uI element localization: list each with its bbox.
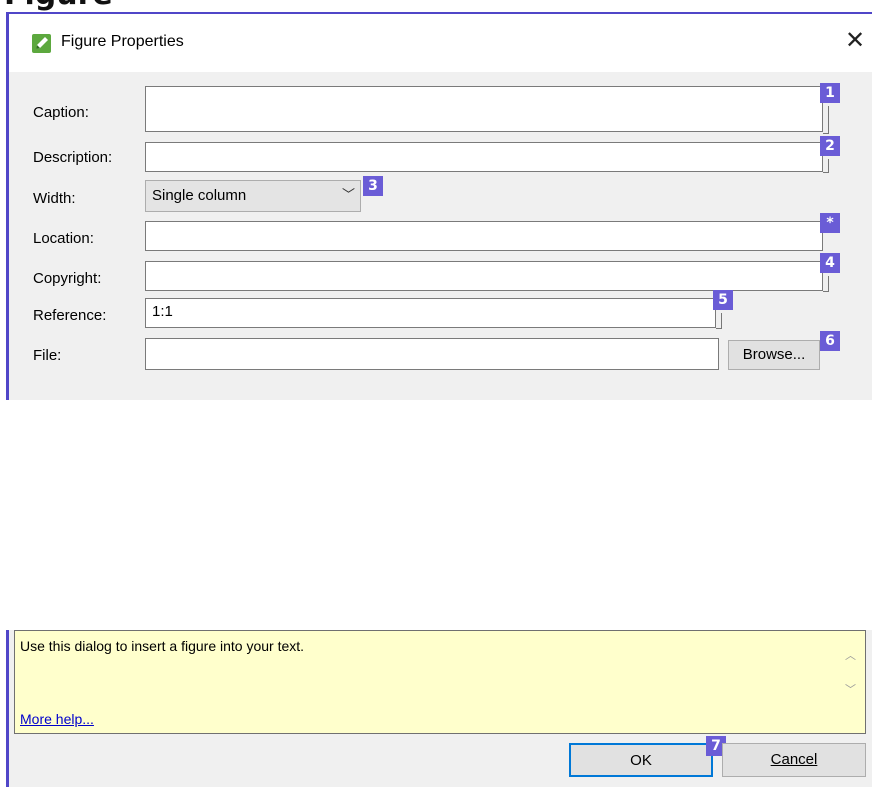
ok-button[interactable]: OK [569, 743, 713, 777]
pen-app-icon [32, 34, 51, 53]
scroll-up-icon[interactable]: ︿ [845, 647, 856, 663]
callout-badge-4: 4 [820, 253, 840, 273]
reference-callout-line [716, 313, 722, 329]
caption-callout-line [823, 106, 829, 134]
width-selected-value: Single column [152, 187, 247, 204]
help-panel: Use this dialog to insert a figure into … [14, 630, 866, 734]
location-label: Location: [33, 230, 94, 247]
callout-badge-1: 1 [820, 83, 840, 103]
scroll-down-icon[interactable]: ﹀ [845, 681, 856, 697]
width-label: Width: [33, 190, 76, 207]
cancel-button[interactable]: Cancel [722, 743, 866, 777]
close-icon[interactable]: ✕ [840, 25, 870, 55]
copyright-callout-line [823, 276, 829, 292]
content-area [6, 400, 872, 630]
callout-badge-6: 6 [820, 331, 840, 351]
description-field[interactable] [145, 142, 823, 172]
more-help-link[interactable]: More help... [20, 711, 94, 727]
help-text: Use this dialog to insert a figure into … [20, 638, 305, 654]
page-heading-text: Figure [4, 0, 113, 12]
dialog-title: Figure Properties [61, 33, 184, 50]
description-label: Description: [33, 149, 113, 166]
title-bar: Figure Properties ✕ [9, 14, 872, 72]
chevron-down-icon: ﹀ [341, 188, 355, 203]
reference-label: Reference: [33, 307, 107, 324]
caption-label: Caption: [33, 104, 89, 121]
copyright-label: Copyright: [33, 270, 102, 287]
browse-button[interactable]: Browse... [728, 340, 820, 370]
cancel-button-label: Cancel [770, 751, 818, 768]
location-field[interactable] [145, 221, 823, 251]
callout-badge-required: * [820, 213, 840, 233]
width-dropdown[interactable]: Single column ﹀ [145, 180, 361, 212]
reference-field[interactable]: 1:1 [145, 298, 716, 328]
copyright-field[interactable] [145, 261, 823, 291]
callout-badge-5: 5 [713, 290, 733, 310]
callout-badge-2: 2 [820, 136, 840, 156]
caption-field[interactable] [145, 86, 823, 132]
file-path-field[interactable] [145, 338, 719, 370]
page-heading-cropped: Figure [0, 0, 300, 12]
callout-badge-3: 3 [363, 176, 383, 196]
file-label: File: [33, 347, 62, 364]
description-callout-line [823, 159, 829, 173]
